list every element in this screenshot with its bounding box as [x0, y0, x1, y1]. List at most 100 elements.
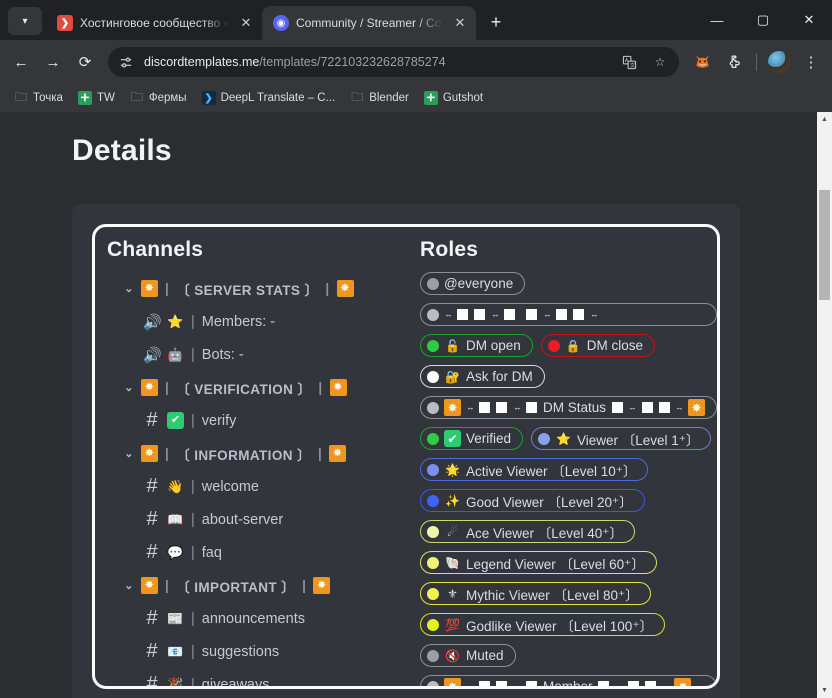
hash-icon: #: [146, 640, 158, 662]
avatar: [768, 51, 790, 73]
role-badge[interactable]: 🔓 DM open: [419, 334, 533, 357]
close-icon[interactable]: ✕: [450, 13, 470, 33]
separator: |: [191, 412, 195, 429]
chevron-down-icon[interactable]: ⌄: [123, 579, 135, 592]
channel-item[interactable]: # 📧 | suggestions: [107, 635, 408, 668]
hash-icon: #: [146, 475, 158, 497]
browser-tab-1[interactable]: ❯ Хостинговое сообщество «Tim ✕: [46, 6, 262, 40]
bookmark-item[interactable]: ❯ DeepL Translate – C...: [196, 88, 342, 108]
maximize-button[interactable]: ▢: [740, 0, 786, 40]
role-badge[interactable]: ☄ Ace Viewer 〔Level 40⁺〕: [419, 520, 635, 543]
close-icon[interactable]: ✕: [236, 13, 256, 33]
chevron-down-icon[interactable]: ⌄: [123, 447, 135, 460]
bookmark-label: Фермы: [148, 92, 187, 104]
bookmark-item[interactable]: ✛ TW: [72, 88, 121, 108]
scroll-down-arrow[interactable]: ▼: [817, 683, 832, 698]
channel-category[interactable]: ⌄ ✸ | 〔 VERIFICATION 〕 | ✸: [107, 371, 408, 404]
orange-sun-icon: ✸: [329, 445, 347, 462]
role-badge[interactable]: ✔ Verified: [419, 427, 523, 450]
orange-sun-icon: ✸: [688, 399, 705, 416]
bookmark-item[interactable]: ✛ Gutshot: [418, 88, 489, 108]
role-badge[interactable]: ⚜ Mythic Viewer 〔Level 80⁺〕: [419, 582, 651, 605]
hash-icon: #: [146, 673, 158, 689]
channel-item[interactable]: # 📰 | announcements: [107, 602, 408, 635]
channel-item[interactable]: # 👋 | welcome: [107, 470, 408, 503]
open-book-icon: 📖: [167, 512, 184, 527]
envelope-icon: 📧: [167, 644, 184, 659]
orange-shell-icon: 🐚: [444, 555, 460, 570]
chevron-down-icon[interactable]: ⌄: [123, 282, 135, 295]
page-content: Details Channels ⌄ ✸ | 〔 SERVER STATS 〕 | ✸ 🔊 ⭐…: [0, 112, 817, 698]
role-badge[interactable]: ✸ ↔ ↔ DM Status ↔ ↔ ✸: [419, 396, 717, 419]
missing-glyph: [504, 309, 516, 320]
role-badge[interactable]: 💯 Godlike Viewer 〔Level 100⁺〕: [419, 613, 665, 636]
star-icon[interactable]: ☆: [649, 51, 671, 73]
page-scrollbar[interactable]: ▲ ▼: [817, 112, 832, 698]
roles-column: Roles @everyone ↔ ↔ ↔ ↔ 🔓 DM open 🔒 DM close 🔐 Ask…: [408, 227, 717, 686]
fox-extension-icon[interactable]: [687, 47, 717, 77]
role-badge[interactable]: 🌟 Active Viewer 〔Level 10⁺〕: [419, 458, 649, 481]
role-badge[interactable]: 🐚 Legend Viewer 〔Level 60⁺〕: [419, 551, 657, 574]
missing-glyph: [526, 681, 538, 686]
avatar-icon[interactable]: [764, 47, 794, 77]
kebab-menu-icon[interactable]: ⋮: [796, 47, 826, 77]
channel-item[interactable]: # 🎉 | giveaways: [107, 668, 408, 689]
channel-category[interactable]: ⌄ ✸ | 〔 IMPORTANT 〕 | ✸: [107, 569, 408, 602]
channel-item[interactable]: # ✔ | verify: [107, 404, 408, 437]
channel-label: announcements: [201, 610, 305, 627]
tab-search-button[interactable]: ▾: [8, 7, 42, 35]
new-tab-button[interactable]: +: [482, 8, 510, 36]
bookmark-label: DeepL Translate – C...: [220, 92, 336, 104]
close-window-button[interactable]: ✕: [786, 0, 832, 40]
missing-glyph: [597, 681, 609, 686]
role-color-dot: [426, 618, 439, 631]
separator: |: [191, 676, 195, 689]
reload-icon[interactable]: ⟳: [70, 47, 100, 77]
scrollbar-thumb[interactable]: [819, 190, 830, 300]
missing-glyph: ↔: [543, 310, 552, 319]
svg-text:A: A: [624, 58, 628, 64]
tune-icon[interactable]: [118, 54, 135, 71]
role-color-dot: [426, 308, 439, 321]
separator: |: [318, 380, 323, 395]
role-badge[interactable]: ⭐ Viewer 〔Level 1⁺〕: [531, 427, 712, 450]
role-badge[interactable]: ✨ Good Viewer 〔Level 20⁺〕: [419, 489, 645, 512]
channel-item[interactable]: 🔊 ⭐ | Members: -: [107, 305, 408, 338]
unlocked-icon: 🔓: [444, 338, 460, 353]
channel-item[interactable]: # 📖 | about-server: [107, 503, 408, 536]
channel-item[interactable]: # 💬 | faq: [107, 536, 408, 569]
channel-item[interactable]: 🔊 🤖 | Bots: -: [107, 338, 408, 371]
scroll-up-arrow[interactable]: ▲: [817, 112, 832, 127]
bookmark-item[interactable]: 🗀 Точка: [8, 88, 69, 108]
translate-icon[interactable]: A 文: [618, 51, 640, 73]
separator: |: [325, 281, 330, 296]
channel-category[interactable]: ⌄ ✸ | 〔 SERVER STATS 〕 | ✸: [107, 272, 408, 305]
role-badge[interactable]: ↔ ↔ ↔ ↔: [419, 303, 717, 326]
role-badge[interactable]: 🔒 DM close: [540, 334, 656, 357]
separator: |: [165, 380, 170, 395]
fleur-de-lis-icon: ⚜: [447, 586, 458, 601]
orange-sun-icon: ✸: [141, 379, 158, 396]
role-badge[interactable]: ✸ ↔ ↔ Member ↔ ↔ ✸: [419, 675, 717, 686]
missing-glyph: ↔: [466, 403, 475, 412]
role-badge[interactable]: @everyone: [419, 272, 526, 295]
channel-category[interactable]: ⌄ ✸ | 〔 INFORMATION 〕 | ✸: [107, 437, 408, 470]
chevron-down-icon[interactable]: ⌄: [123, 381, 135, 394]
forward-icon[interactable]: →: [38, 47, 68, 77]
browser-tab-2[interactable]: ◉ Community / Streamer / Comm ✕: [262, 6, 476, 40]
speech-balloon-icon: 💬: [167, 545, 184, 560]
separator: |: [302, 578, 307, 593]
channel-label: Bots: -: [201, 346, 244, 363]
minimize-button[interactable]: —: [694, 0, 740, 40]
back-icon[interactable]: ←: [6, 47, 36, 77]
role-badge[interactable]: 🔇 Muted: [419, 644, 516, 667]
bookmark-item[interactable]: 🗀 Фермы: [124, 88, 193, 108]
hash-icon: #: [146, 508, 158, 530]
address-bar[interactable]: discordtemplates.me/templates/7221032326…: [108, 47, 679, 77]
role-badge[interactable]: 🔐 Ask for DM: [419, 365, 545, 388]
role-color-dot: [426, 587, 439, 600]
missing-glyph: [611, 402, 623, 413]
puzzle-icon[interactable]: [719, 47, 749, 77]
bookmark-item[interactable]: 🗀 Blender: [344, 88, 415, 108]
orange-sun-icon: ✸: [329, 379, 347, 396]
